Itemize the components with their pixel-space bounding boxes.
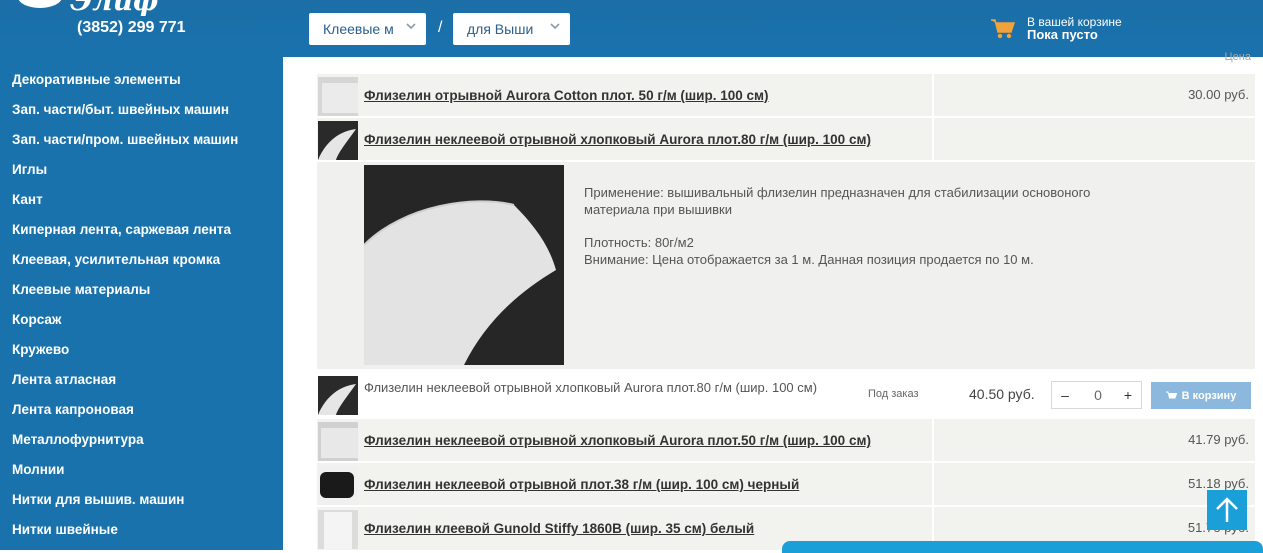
arrow-up-icon (1216, 497, 1238, 522)
sidebar: Декоративные элементы Зап. части/быт. шв… (0, 57, 283, 550)
product-link[interactable]: Флизелин клеевой Gunold Stiffy 1860В (ши… (364, 521, 754, 536)
price-column-header: Цена (1224, 51, 1251, 63)
column-divider (932, 463, 934, 505)
sidebar-item-nylon-ribbon[interactable]: Лента капроновая (12, 402, 134, 417)
cart-icon (1165, 391, 1177, 398)
sidebar-item-lace[interactable]: Кружево (12, 342, 69, 357)
product-thumbnail[interactable] (318, 422, 358, 461)
product-thumbnail[interactable] (318, 77, 358, 116)
product-price: 51.18 руб. (1188, 476, 1249, 491)
sidebar-item-decorative[interactable]: Декоративные элементы (12, 72, 181, 87)
product-price: 30.00 руб. (1188, 87, 1249, 102)
description-line: материала при вышивки (584, 202, 733, 217)
chat-widget-bar[interactable] (782, 541, 1263, 553)
scroll-to-top-button[interactable] (1207, 490, 1247, 530)
product-detail: Применение: вышивальный флизелин предназ… (317, 162, 1255, 369)
quantity-stepper: – 0 + (1051, 381, 1142, 409)
buy-product-title: Флизелин неклеевой отрывной хлопковый Au… (364, 380, 818, 395)
product-thumbnail[interactable] (318, 510, 358, 549)
column-divider (932, 118, 934, 160)
table-row: Флизелин отрывной Aurora Cotton плот. 50… (317, 74, 1255, 116)
product-link[interactable]: Флизелин отрывной Aurora Cotton плот. 50… (364, 88, 769, 103)
cart-status[interactable]: Пока пусто (1027, 27, 1098, 42)
sidebar-item-industrial-machine-parts[interactable]: Зап. части/пром. швейных машин (12, 132, 238, 147)
column-divider (932, 419, 934, 461)
subcategory-select-value: для Выши (467, 21, 534, 37)
phone-number[interactable]: (3852) 299 771 (77, 19, 186, 37)
table-row: Флизелин неклеевой отрывной хлопковый Au… (317, 118, 1255, 160)
product-link[interactable]: Флизелин неклеевой отрывной хлопковый Au… (364, 433, 871, 448)
add-to-cart-button[interactable]: В корзину (1151, 382, 1251, 409)
product-photo (364, 165, 564, 365)
sidebar-item-embroidery-threads[interactable]: Нитки для вышив. машин (12, 492, 184, 507)
sidebar-item-metal-fittings[interactable]: Металлофурнитура (12, 432, 144, 447)
description-line: Внимание: Цена отображается за 1 м. Данн… (584, 252, 1034, 267)
quantity-input[interactable]: 0 (1078, 382, 1118, 408)
product-price: 41.79 руб. (1188, 432, 1249, 447)
sidebar-item-home-machine-parts[interactable]: Зап. части/быт. швейных машин (12, 102, 229, 117)
sidebar-item-sewing-threads[interactable]: Нитки швейные (12, 522, 118, 537)
logo-icon[interactable] (18, 0, 62, 8)
category-select[interactable]: Клеевые м (309, 13, 426, 45)
sidebar-item-piping[interactable]: Кант (12, 192, 43, 207)
cart-icon[interactable] (990, 18, 1016, 40)
sidebar-item-zippers[interactable]: Молнии (12, 462, 64, 477)
chevron-down-icon (406, 23, 416, 30)
product-thumbnail[interactable] (318, 121, 358, 160)
column-divider (932, 74, 934, 116)
sidebar-item-twill-tape[interactable]: Киперная лента, саржевая лента (12, 222, 231, 237)
product-link[interactable]: Флизелин неклеевой отрывной плот.38 г/м … (364, 477, 799, 492)
product-thumbnail[interactable] (318, 376, 358, 415)
sidebar-item-adhesive-materials[interactable]: Клеевые материалы (12, 282, 150, 297)
category-select-value: Клеевые м (323, 21, 394, 37)
sidebar-item-satin-ribbon[interactable]: Лента атласная (12, 372, 116, 387)
product-thumbnail[interactable] (318, 466, 358, 505)
product-list: Цена Флизелин отрывной Aurora Cotton пло… (283, 51, 1263, 550)
decrease-button[interactable]: – (1052, 382, 1078, 408)
breadcrumb-separator: / (438, 19, 443, 36)
header: Элиф (3852) 299 771 Клеевые м / для Выши… (0, 0, 1263, 57)
buy-price: 40.50 руб. (969, 386, 1035, 402)
product-description: Применение: вышивальный флизелин предназ… (584, 184, 1184, 268)
add-to-cart-label: В корзину (1181, 389, 1237, 402)
increase-button[interactable]: + (1115, 382, 1141, 408)
chevron-down-icon (550, 23, 560, 30)
sidebar-item-needles[interactable]: Иглы (12, 162, 47, 177)
description-line: Применение: вышивальный флизелин предназ… (584, 185, 1091, 200)
sidebar-item-corset[interactable]: Корсаж (12, 312, 62, 327)
table-row: Флизелин неклеевой отрывной хлопковый Au… (317, 419, 1255, 461)
availability-status: Под заказ (868, 388, 919, 400)
product-link[interactable]: Флизелин неклеевой отрывной хлопковый Au… (364, 132, 871, 147)
logo[interactable]: Элиф (70, 0, 158, 17)
subcategory-select[interactable]: для Выши (453, 13, 570, 45)
description-line: Плотность: 80г/м2 (584, 235, 694, 250)
table-row: Флизелин неклеевой отрывной плот.38 г/м … (317, 463, 1255, 505)
buy-row: Флизелин неклеевой отрывной хлопковый Au… (317, 373, 1255, 417)
sidebar-item-adhesive-edge[interactable]: Клеевая, усилительная кромка (12, 252, 220, 267)
